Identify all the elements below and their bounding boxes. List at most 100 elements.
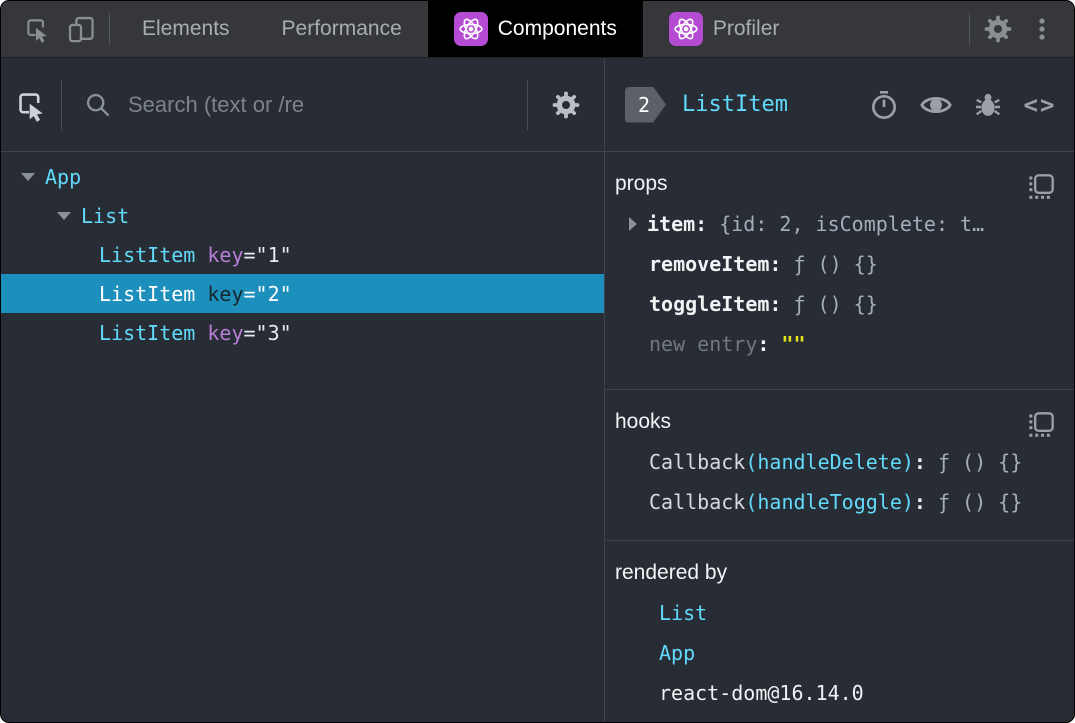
prop-row-item[interactable]: item: {id: 2, isComplete: t… bbox=[615, 204, 1058, 244]
toolbar-divider bbox=[109, 13, 110, 45]
prop-name: removeItem bbox=[649, 252, 770, 276]
inspect-icon bbox=[23, 15, 51, 43]
chevron-right-icon[interactable] bbox=[629, 217, 637, 231]
select-element-button[interactable] bbox=[1, 88, 61, 122]
component-name: App bbox=[45, 164, 82, 189]
tab-performance[interactable]: Performance bbox=[256, 1, 428, 57]
tab-label: Performance bbox=[281, 17, 402, 40]
prop-name: item bbox=[647, 212, 696, 236]
components-panel: App List ListItem key="1" ListItem key="… bbox=[1, 58, 1074, 722]
prop-row-new-entry[interactable]: new entry: "" bbox=[615, 324, 1058, 364]
prop-value: ƒ () {} bbox=[793, 252, 878, 276]
code-brackets-icon: <> bbox=[1023, 90, 1057, 119]
kebab-menu-icon bbox=[1030, 14, 1054, 44]
react-logo-icon bbox=[453, 12, 488, 46]
devtools-menu-button[interactable] bbox=[1020, 1, 1064, 57]
rendered-by-renderer: react-dom@16.14.0 bbox=[659, 681, 864, 705]
new-entry-field[interactable]: new entry bbox=[649, 332, 757, 356]
bug-icon bbox=[972, 89, 1004, 121]
component-name: ListItem bbox=[99, 281, 196, 306]
prop-row-removeitem[interactable]: removeItem: ƒ () {} bbox=[615, 244, 1058, 284]
tab-elements[interactable]: Elements bbox=[116, 1, 256, 57]
view-source-button[interactable]: <> bbox=[1022, 87, 1058, 123]
react-logo-icon bbox=[668, 12, 703, 46]
component-tree: App List ListItem key ="1" ListItem key ="… bbox=[1, 152, 604, 722]
colon: : bbox=[913, 450, 926, 474]
component-details-pane: 2 ListItem <> props item: {id: 2, isCom… bbox=[605, 58, 1074, 722]
tree-row-listitem-2-selected[interactable]: ListItem key ="2" bbox=[1, 274, 604, 313]
component-name: List bbox=[81, 203, 130, 228]
settings-gear-icon bbox=[982, 13, 1014, 45]
search-icon bbox=[84, 91, 112, 119]
rendered-by-app-link[interactable]: App bbox=[615, 633, 1058, 673]
hook-name: (handleToggle) bbox=[745, 490, 914, 514]
hook-name: (handleDelete) bbox=[745, 450, 914, 474]
hook-value: ƒ () {} bbox=[937, 490, 1023, 514]
details-header: 2 ListItem <> bbox=[605, 58, 1074, 152]
component-name: ListItem bbox=[99, 242, 196, 267]
search-input[interactable] bbox=[128, 91, 527, 118]
tab-components[interactable]: Components bbox=[427, 1, 643, 57]
colon: : bbox=[769, 292, 782, 316]
toolbar-divider bbox=[969, 13, 970, 45]
key-value: ="3" bbox=[243, 320, 292, 345]
hooks-title: hooks bbox=[615, 410, 672, 433]
prop-row-toggleitem[interactable]: toggleItem: ƒ () {} bbox=[615, 284, 1058, 324]
key-attr: key bbox=[207, 242, 244, 267]
hooks-section: hooks Callback (handleDelete): ƒ () {} C… bbox=[605, 390, 1074, 541]
tab-label: Profiler bbox=[712, 17, 780, 40]
stopwatch-icon bbox=[868, 89, 900, 121]
devtools-settings-button[interactable] bbox=[976, 1, 1020, 57]
copy-icon[interactable] bbox=[1026, 172, 1056, 202]
log-to-console-button[interactable] bbox=[970, 87, 1006, 123]
component-name: ListItem bbox=[99, 320, 196, 345]
tree-row-listitem-1[interactable]: ListItem key ="1" bbox=[1, 235, 604, 274]
hook-value: ƒ () {} bbox=[937, 450, 1023, 474]
selected-component-title: ListItem bbox=[682, 92, 789, 117]
device-toolbar-icon bbox=[66, 14, 96, 44]
owners-stack-badge[interactable]: 2 bbox=[625, 87, 666, 123]
inspect-element-button[interactable] bbox=[15, 1, 59, 57]
chevron-down-icon[interactable] bbox=[57, 211, 71, 220]
tree-row-app[interactable]: App bbox=[1, 157, 604, 196]
chevron-down-icon[interactable] bbox=[21, 172, 35, 181]
hook-type: Callback bbox=[649, 450, 746, 474]
tree-row-list[interactable]: List bbox=[1, 196, 604, 235]
key-attr: key bbox=[207, 320, 244, 345]
prop-name: toggleItem bbox=[649, 292, 770, 316]
new-entry-value[interactable]: "" bbox=[781, 332, 805, 356]
suspense-toggle-button[interactable] bbox=[866, 87, 902, 123]
tab-label: Elements bbox=[142, 17, 230, 40]
rendered-by-section: rendered by List App react-dom@16.14.0 bbox=[605, 541, 1074, 722]
prop-value: ƒ () {} bbox=[793, 292, 878, 316]
devtools-tab-bar: Elements Performance Components Profiler bbox=[1, 1, 1074, 58]
rendered-by-title: rendered by bbox=[615, 561, 728, 584]
tab-profiler[interactable]: Profiler bbox=[643, 1, 806, 57]
key-value: ="2" bbox=[243, 281, 292, 306]
hook-row-handletoggle[interactable]: Callback (handleToggle): ƒ () {} bbox=[615, 482, 1058, 522]
colon: : bbox=[769, 252, 782, 276]
tree-row-listitem-3[interactable]: ListItem key ="3" bbox=[1, 313, 604, 352]
copy-icon[interactable] bbox=[1026, 410, 1056, 440]
component-tree-pane: App List ListItem key="1" ListItem key="… bbox=[1, 58, 605, 722]
settings-gear-icon bbox=[550, 89, 582, 121]
inspect-dom-button[interactable] bbox=[918, 87, 954, 123]
view-settings-button[interactable] bbox=[528, 89, 604, 121]
tab-label: Components bbox=[497, 17, 617, 40]
key-value: ="1" bbox=[243, 242, 292, 267]
props-title: props bbox=[615, 172, 668, 195]
rendered-by-list-link[interactable]: List bbox=[615, 593, 1058, 633]
tab-bar-spacer bbox=[805, 1, 963, 57]
tree-toolbar bbox=[1, 58, 604, 152]
key-attr: key bbox=[207, 281, 244, 306]
colon: : bbox=[913, 490, 926, 514]
devtools-window: Elements Performance Components Profiler… bbox=[0, 0, 1075, 723]
colon: : bbox=[695, 212, 708, 236]
search-bar bbox=[62, 91, 527, 119]
hook-type: Callback bbox=[649, 490, 746, 514]
eye-icon bbox=[919, 88, 953, 122]
hook-row-handledelete[interactable]: Callback (handleDelete): ƒ () {} bbox=[615, 442, 1058, 482]
props-section: props item: {id: 2, isComplete: t… remov… bbox=[605, 152, 1074, 390]
inspect-icon bbox=[14, 88, 48, 122]
device-toolbar-button[interactable] bbox=[59, 1, 103, 57]
